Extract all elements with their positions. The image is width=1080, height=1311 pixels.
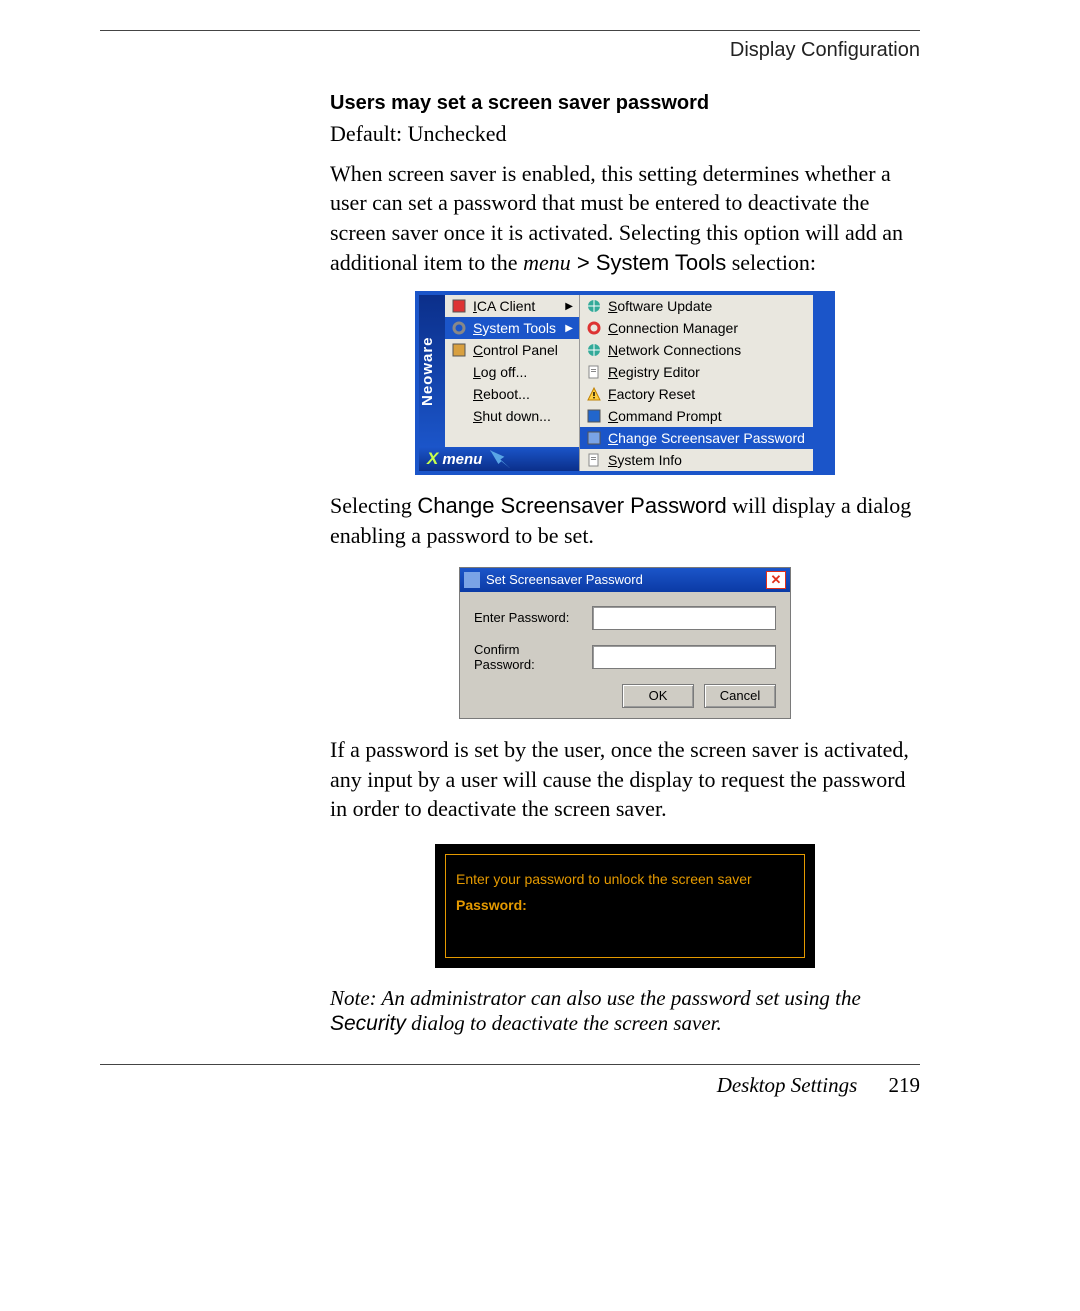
default-line: Default: Unchecked <box>330 119 920 149</box>
right-menu-item-1[interactable]: Connection Manager <box>580 317 813 339</box>
left-menu-item-1[interactable]: System Tools ▶ <box>445 317 579 339</box>
right-menu-item-6[interactable]: Change Screensaver Password <box>580 427 813 449</box>
left-menu-item-3[interactable]: Log off... <box>445 361 579 383</box>
right-menu-item-4[interactable]: Factory Reset <box>580 383 813 405</box>
left-menu-icon-4 <box>451 386 467 402</box>
right-menu-icon-3 <box>586 364 602 380</box>
left-menu-item-2[interactable]: Control Panel <box>445 339 579 361</box>
right-menu-icon-6 <box>586 430 602 446</box>
left-menu-icon-1 <box>451 320 467 336</box>
menu-footer-bar: X menu <box>419 447 579 471</box>
right-menu-item-5[interactable]: Command Prompt <box>580 405 813 427</box>
ok-button[interactable]: OK <box>622 684 694 708</box>
menu-footer-x-icon: X <box>427 449 438 469</box>
unlock-message: Enter your password to unlock the screen… <box>456 871 794 887</box>
left-menu-icon-3 <box>451 364 467 380</box>
submenu-arrow-icon: ▶ <box>565 301 573 312</box>
right-menu-item-2[interactable]: Network Connections <box>580 339 813 361</box>
paragraph-3: If a password is set by the user, once t… <box>330 735 920 824</box>
dialog-close-button[interactable]: ✕ <box>766 571 786 589</box>
menu-brand-strip: Neoware <box>419 295 445 447</box>
right-menu-label-6: Change Screensaver Password <box>608 430 805 446</box>
note-security: Security <box>330 1012 406 1035</box>
para1-gt: > <box>571 250 596 275</box>
dialog-title-text: Set Screensaver Password <box>486 572 643 587</box>
left-menu-label-3: Log off... <box>473 364 527 380</box>
para2-cmd: Change Screensaver Password <box>417 493 726 518</box>
left-menu-label-0: ICA Client <box>473 298 535 314</box>
submenu-arrow-icon: ▶ <box>565 323 573 334</box>
right-menu-label-2: Network Connections <box>608 342 741 358</box>
right-menu-label-0: Software Update <box>608 298 712 314</box>
right-menu-label-1: Connection Manager <box>608 320 738 336</box>
right-menu-item-3[interactable]: Registry Editor <box>580 361 813 383</box>
menu-footer-label: menu <box>442 451 482 468</box>
left-menu-label-4: Reboot... <box>473 386 530 402</box>
right-menu-item-0[interactable]: Software Update <box>580 295 813 317</box>
paragraph-1: When screen saver is enabled, this setti… <box>330 159 920 278</box>
para1-system-tools: System Tools <box>596 250 726 275</box>
left-menu-icon-2 <box>451 342 467 358</box>
header-section-label: Display Configuration <box>100 39 920 62</box>
dialog-title-icon <box>464 572 480 588</box>
cancel-button[interactable]: Cancel <box>704 684 776 708</box>
note-a: Note: An administrator can also use the … <box>330 986 861 1010</box>
set-password-dialog: Set Screensaver Password ✕ Enter Passwor… <box>459 567 791 719</box>
right-menu-icon-5 <box>586 408 602 424</box>
paragraph-2: Selecting Change Screensaver Password wi… <box>330 491 920 550</box>
enter-password-input[interactable] <box>592 606 776 630</box>
confirm-password-input[interactable] <box>592 645 776 669</box>
right-menu-item-7[interactable]: System Info <box>580 449 813 471</box>
menu-footer-pointer-icon <box>490 450 510 468</box>
left-menu-item-4[interactable]: Reboot... <box>445 383 579 405</box>
footer-chapter: Desktop Settings <box>717 1073 858 1097</box>
footer-page-number: 219 <box>889 1073 921 1097</box>
enter-password-label: Enter Password: <box>474 610 582 625</box>
right-menu-icon-1 <box>586 320 602 336</box>
page-footer: Desktop Settings 219 <box>100 1073 920 1098</box>
left-menu-label-2: Control Panel <box>473 342 558 358</box>
unlock-screenshot: Enter your password to unlock the screen… <box>435 844 815 968</box>
left-menu-label-1: System Tools <box>473 320 556 336</box>
note-paragraph: Note: An administrator can also use the … <box>330 986 920 1036</box>
right-menu-icon-7 <box>586 452 602 468</box>
para1-menu-word: menu <box>523 250 571 275</box>
right-menu-label-4: Factory Reset <box>608 386 695 402</box>
right-menu-label-7: System Info <box>608 452 682 468</box>
left-menu-item-0[interactable]: ICA Client ▶ <box>445 295 579 317</box>
left-menu-label-5: Shut down... <box>473 408 551 424</box>
para1-tail: selection: <box>726 250 816 275</box>
right-menu-icon-2 <box>586 342 602 358</box>
unlock-password-label: Password: <box>456 897 794 913</box>
para2-a: Selecting <box>330 493 417 518</box>
section-title: Users may set a screen saver password <box>330 92 920 115</box>
dialog-titlebar: Set Screensaver Password ✕ <box>460 568 790 592</box>
confirm-password-label: Confirm Password: <box>474 642 582 672</box>
right-menu-label-3: Registry Editor <box>608 364 700 380</box>
right-menu-icon-0 <box>586 298 602 314</box>
right-menu-icon-4 <box>586 386 602 402</box>
menu-screenshot: Neoware ICA Client ▶ System Tools ▶ Control … <box>415 291 835 475</box>
left-menu-item-5[interactable]: Shut down... <box>445 405 579 427</box>
right-menu-label-5: Command Prompt <box>608 408 722 424</box>
note-b: dialog to deactivate the screen saver. <box>406 1011 722 1035</box>
left-menu-icon-0 <box>451 298 467 314</box>
left-menu-icon-5 <box>451 408 467 424</box>
